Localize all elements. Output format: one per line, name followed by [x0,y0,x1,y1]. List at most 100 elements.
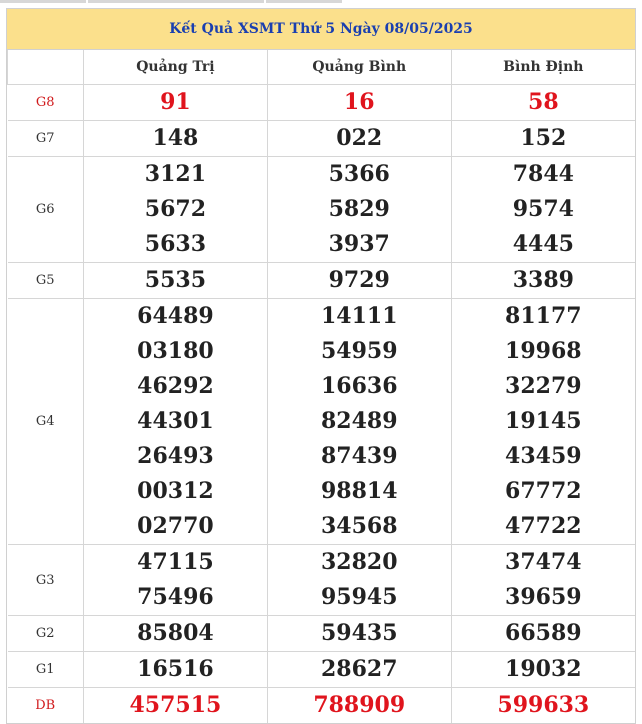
prize-number: 59435 [320,620,398,646]
prize-cell: 66589 [450,615,635,652]
prize-number: 54959 [320,338,398,364]
prize-cell: 64489 03180 46292 44301 26493 00312 02770 [83,298,268,545]
prize-number: 82489 [320,408,398,434]
prize-row-g6: G6 3121 5672 5633 5366 5829 3937 7844 9574 4445 [7,156,635,263]
prize-number: 64489 [137,303,214,329]
prize-rows: G8 91 16 58 G7 148 022 152 G6 3121 5672 5633 5366 582… [7,84,635,723]
prize-number: 87439 [320,443,398,469]
prize-cell: 59435 [266,615,452,652]
prize-number: 9574 [512,196,574,222]
prize-number: 28627 [320,656,398,682]
prize-number: 3389 [512,267,574,293]
prize-cell: 32820 95945 [266,544,452,616]
header-prize [7,50,84,85]
prize-cell: 37474 39659 [450,544,635,616]
prize-number: 44301 [137,408,214,434]
prize-cell: 3121 5672 5633 [83,156,268,263]
prize-number: 5672 [144,196,207,222]
prize-label: G3 [7,544,84,616]
prize-number: 66589 [505,620,582,646]
prize-row-g3: G3 47115 75496 32820 95945 37474 39659 [7,544,635,616]
prize-number: 95945 [320,584,398,610]
prize-number: 02770 [137,513,214,539]
prize-label: DB [7,687,84,723]
prize-number: 81177 [505,303,582,329]
prize-row-g1: G1 16516 28627 19032 [7,651,635,688]
prize-cell: 19032 [450,651,635,688]
prize-cell: 5535 [83,262,268,299]
prize-cell: 81177 19968 32279 19145 43459 67772 47722 [450,298,635,545]
results-panel: Kết Quả XSMT Thứ 5 Ngày 08/05/2025 Quảng… [6,8,636,724]
prize-label: G8 [7,84,84,121]
header-province-2: Quảng Bình [266,50,452,85]
prize-number: 32279 [505,373,582,399]
prize-label: G7 [7,120,84,157]
prize-number: 58 [528,89,559,115]
prize-label: G6 [7,156,84,263]
prize-number: 75496 [137,584,214,610]
prize-row-g2: G2 85804 59435 66589 [7,615,635,652]
prize-cell: 16516 [83,651,268,688]
prize-cell: 58 [450,84,635,121]
prize-row-g5: G5 5535 9729 3389 [7,262,635,299]
header-row: Quảng Trị Quảng Bình Bình Định [7,50,635,85]
prize-number: 3937 [328,231,390,257]
prize-label: G4 [7,298,84,545]
prize-number: 85804 [137,620,214,646]
prize-cell: 152 [450,120,635,157]
prize-number: 788909 [313,692,406,718]
prize-number: 5366 [328,161,390,187]
prize-row-db: DB 457515 788909 599633 [7,687,635,723]
prize-number: 43459 [505,443,582,469]
prize-cell: 7844 9574 4445 [450,156,635,263]
prize-cell: 599633 [450,687,635,723]
prize-number: 47722 [505,513,582,539]
results-table: Quảng Trị Quảng Bình Bình Định G8 91 16 58 G… [7,50,635,723]
prize-number: 7844 [512,161,574,187]
prize-number: 5829 [328,196,390,222]
prize-number: 98814 [320,478,398,504]
prize-number: 5535 [144,267,207,293]
prize-number: 19145 [505,408,582,434]
results-title: Kết Quả XSMT Thứ 5 Ngày 08/05/2025 [7,9,635,50]
prize-cell: 28627 [266,651,452,688]
prize-row-g7: G7 148 022 152 [7,120,635,157]
prize-number: 91 [160,89,191,115]
prize-number: 599633 [497,692,590,718]
prize-label: G1 [7,651,84,688]
prize-label: G2 [7,615,84,652]
prize-number: 46292 [137,373,214,399]
prize-number: 47115 [137,549,214,575]
prize-number: 34568 [320,513,398,539]
prize-number: 152 [520,125,567,151]
prize-cell: 91 [83,84,268,121]
prize-number: 3121 [144,161,207,187]
prize-number: 67772 [505,478,582,504]
prize-number: 022 [336,125,383,151]
prize-number: 16636 [320,373,398,399]
prize-label: G5 [7,262,84,299]
prize-cell: 14111 54959 16636 82489 87439 98814 34568 [266,298,452,545]
prize-row-g4: G4 64489 03180 46292 44301 26493 00312 02770 141… [7,298,635,545]
prize-number: 4445 [512,231,574,257]
prize-cell: 5366 5829 3937 [266,156,452,263]
prize-cell: 148 [83,120,268,157]
header-province-3: Bình Định [450,50,635,85]
prize-number: 16516 [137,656,214,682]
prize-cell: 16 [266,84,452,121]
prize-number: 457515 [129,692,222,718]
prize-number: 14111 [320,303,398,329]
prize-cell: 457515 [83,687,268,723]
prize-cell: 788909 [266,687,452,723]
prize-number: 5633 [144,231,207,257]
prize-cell: 022 [266,120,452,157]
browser-tab-strip [0,0,642,6]
prize-cell: 85804 [83,615,268,652]
prize-number: 9729 [328,267,390,293]
prize-cell: 9729 [266,262,452,299]
prize-number: 148 [152,125,199,151]
prize-number: 00312 [137,478,214,504]
prize-cell: 3389 [450,262,635,299]
prize-number: 19032 [505,656,582,682]
prize-number: 37474 [505,549,582,575]
